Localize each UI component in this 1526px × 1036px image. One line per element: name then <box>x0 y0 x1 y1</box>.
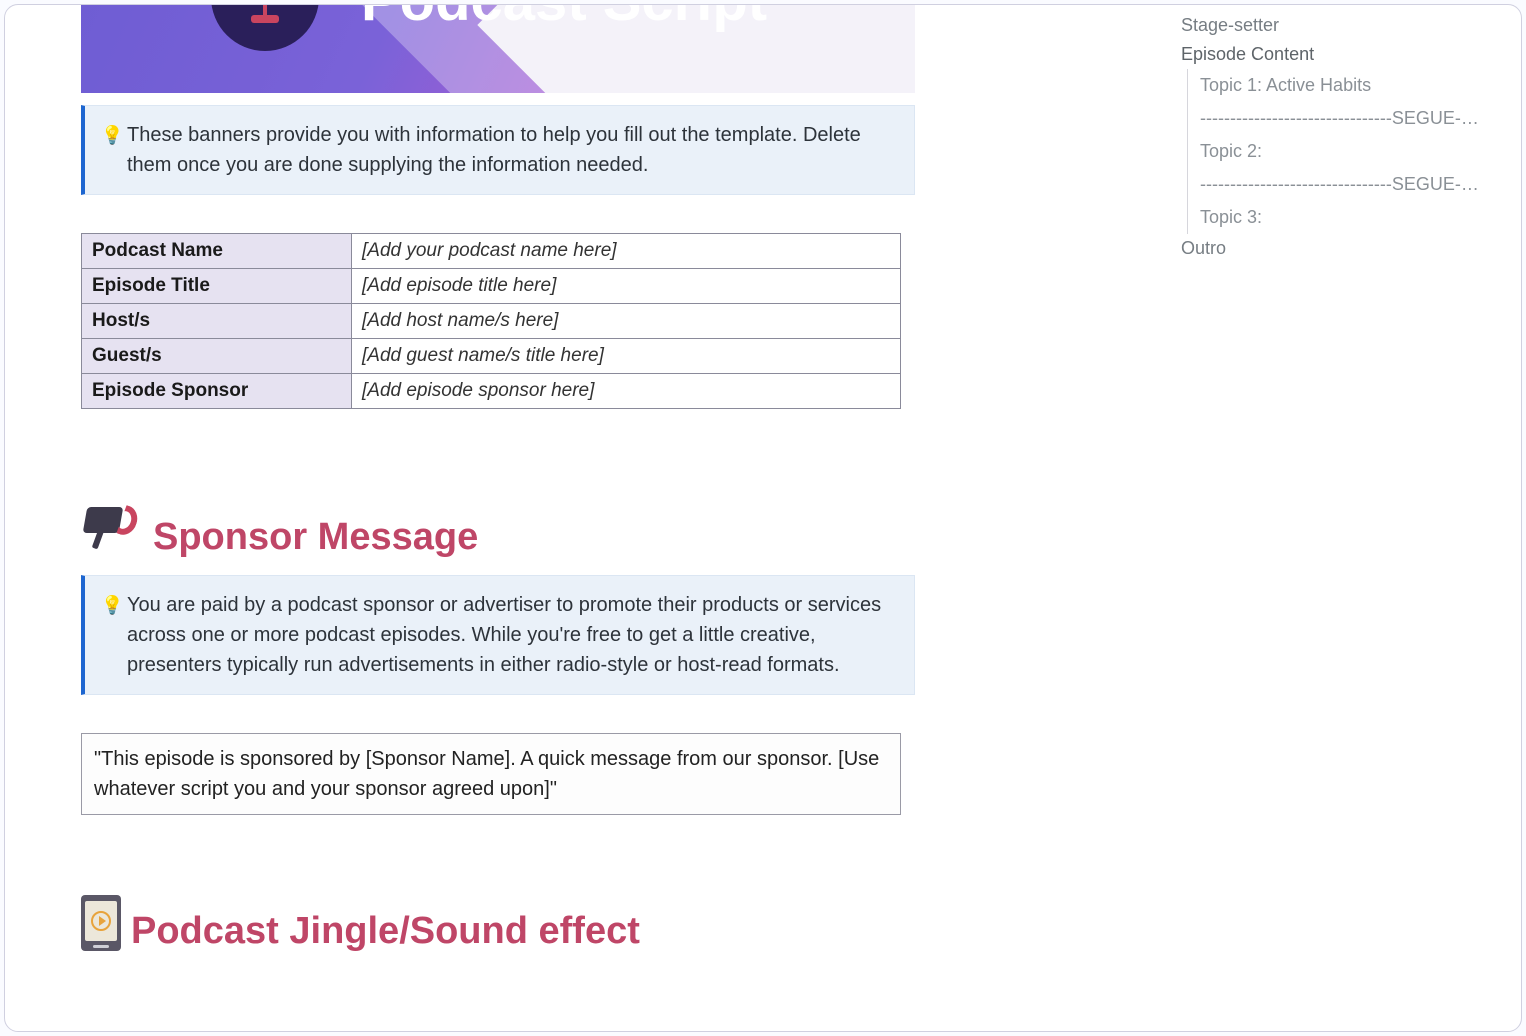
table-row[interactable]: Episode Title[Add episode title here] <box>82 269 901 304</box>
info-callout-text: You are paid by a podcast sponsor or adv… <box>127 594 881 676</box>
document-main: Podcast Script 💡 These banners provide y… <box>81 5 915 953</box>
table-row[interactable]: Podcast Name[Add your podcast name here] <box>82 234 901 269</box>
outline-sublist: Topic 1: Active Habits------------------… <box>1187 69 1501 234</box>
meta-key: Podcast Name <box>82 234 352 269</box>
outline-subitem[interactable]: --------------------------------SEGUE---… <box>1200 168 1480 201</box>
meta-value[interactable]: [Add your podcast name here] <box>352 234 901 269</box>
meta-key: Episode Title <box>82 269 352 304</box>
sponsor-heading[interactable]: Sponsor Message <box>153 516 478 559</box>
episode-metadata-table[interactable]: Podcast Name[Add your podcast name here]… <box>81 233 901 409</box>
meta-value[interactable]: [Add host name/s here] <box>352 304 901 339</box>
meta-key: Guest/s <box>82 339 352 374</box>
table-row[interactable]: Episode Sponsor[Add episode sponsor here… <box>82 374 901 409</box>
outline-item[interactable]: Stage-setter <box>1181 11 1501 40</box>
outline-item[interactable]: Episode Content <box>1181 40 1501 69</box>
info-callout-intro[interactable]: 💡 These banners provide you with informa… <box>81 105 915 195</box>
outline-subitem[interactable]: --------------------------------SEGUE---… <box>1200 102 1480 135</box>
page-title: Podcast Script <box>361 5 767 34</box>
lightbulb-icon: 💡 <box>101 592 123 619</box>
jingle-heading[interactable]: Podcast Jingle/Sound effect <box>131 910 640 953</box>
meta-value[interactable]: [Add guest name/s title here] <box>352 339 901 374</box>
table-row[interactable]: Host/s[Add host name/s here] <box>82 304 901 339</box>
outline-item[interactable]: Outro <box>1181 234 1501 263</box>
outline-subitem[interactable]: Topic 3: <box>1200 201 1480 234</box>
sponsor-script-text: "This episode is sponsored by [Sponsor N… <box>94 748 879 800</box>
meta-key: Episode Sponsor <box>82 374 352 409</box>
table-row[interactable]: Guest/s[Add guest name/s title here] <box>82 339 901 374</box>
meta-key: Host/s <box>82 304 352 339</box>
lightbulb-icon: 💡 <box>101 122 123 149</box>
outline-subitem[interactable]: Topic 2: <box>1200 135 1480 168</box>
phone-play-icon <box>81 895 121 951</box>
megaphone-icon <box>81 499 143 555</box>
sponsor-section: Sponsor Message 💡 You are paid by a podc… <box>81 499 915 815</box>
document-outline[interactable]: Stage-setterEpisode ContentTopic 1: Acti… <box>1181 11 1501 263</box>
info-callout-text: These banners provide you with informati… <box>127 124 861 176</box>
info-callout-sponsor[interactable]: 💡 You are paid by a podcast sponsor or a… <box>81 575 915 695</box>
header-banner: Podcast Script <box>81 5 915 93</box>
meta-value[interactable]: [Add episode title here] <box>352 269 901 304</box>
outline-subitem[interactable]: Topic 1: Active Habits <box>1200 69 1480 102</box>
meta-value[interactable]: [Add episode sponsor here] <box>352 374 901 409</box>
jingle-section: Podcast Jingle/Sound effect <box>81 895 915 953</box>
sponsor-script-box[interactable]: "This episode is sponsored by [Sponsor N… <box>81 733 901 815</box>
microphone-icon <box>245 5 285 25</box>
